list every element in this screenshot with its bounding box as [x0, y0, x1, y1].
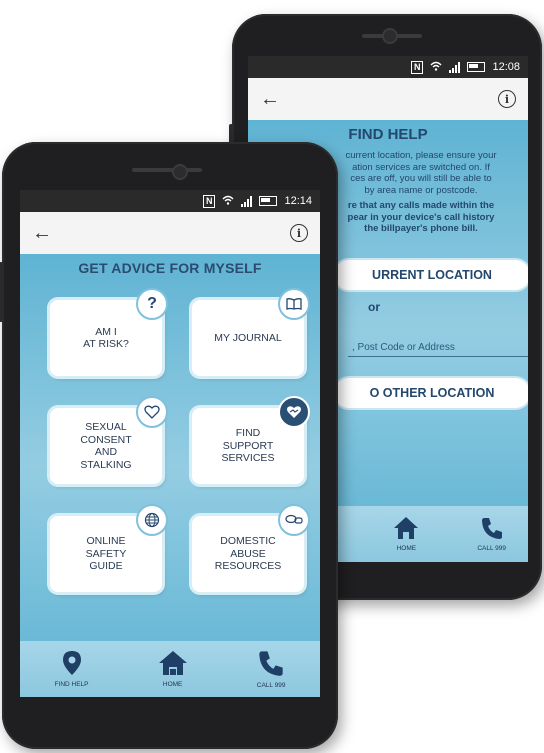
status-bar: N 12:08: [248, 56, 528, 78]
book-icon: [278, 288, 310, 320]
signal-icon: [449, 61, 461, 73]
location-instructions: current location, please ensure your ati…: [318, 150, 524, 235]
warning-line: the billpayer's phone bill.: [364, 223, 478, 234]
tile-find-support[interactable]: FIND SUPPORT SERVICES: [192, 396, 310, 484]
page-title: GET ADVICE FOR MYSELF: [78, 260, 262, 276]
instruction-line: by area name or postcode.: [364, 184, 478, 196]
info-icon[interactable]: i: [290, 224, 308, 242]
wifi-icon: [430, 61, 442, 74]
phone-icon: [259, 651, 283, 676]
nav-call-label: CALL 999: [477, 545, 506, 552]
nfc-icon: N: [410, 60, 424, 74]
tile-label: DOMESTIC ABUSE RESOURCES: [214, 535, 282, 573]
location-pin-icon: [62, 651, 81, 675]
status-bar: N 12:14: [20, 190, 320, 212]
app-bar: ← i: [20, 212, 320, 254]
location-search-input[interactable]: [348, 338, 528, 357]
battery-icon: [467, 62, 486, 72]
warning-line: pear in your device's call history: [347, 211, 495, 223]
tile-my-journal[interactable]: MY JOURNAL: [192, 288, 310, 376]
nav-find-help[interactable]: FIND HELP: [55, 650, 89, 688]
other-location-button[interactable]: O OTHER LOCATION: [334, 378, 528, 408]
tile-label: FIND SUPPORT SERVICES: [221, 427, 275, 465]
tile-label: MY JOURNAL: [214, 331, 282, 344]
wifi-icon: [222, 195, 234, 208]
camera: [172, 164, 188, 180]
tile-am-i-at-risk[interactable]: AM I AT RISK? ?: [50, 288, 168, 376]
tile-label: AM I AT RISK?: [83, 325, 129, 351]
status-time: 12:08: [492, 61, 520, 73]
current-location-button[interactable]: URRENT LOCATION: [334, 260, 528, 290]
signal-icon: [241, 195, 253, 207]
instruction-line: ces are off, you will still be able to: [350, 173, 492, 184]
instruction-line: current location, please ensure your: [345, 150, 497, 161]
tile-online-safety[interactable]: ONLINE SAFETY GUIDE: [50, 504, 168, 592]
nav-home[interactable]: HOME: [393, 516, 419, 552]
nav-home[interactable]: HOME: [158, 650, 188, 688]
nav-home-label: HOME: [162, 681, 183, 688]
handshake-heart-icon: [278, 396, 310, 428]
or-separator: or: [368, 300, 380, 314]
chat-bubbles-icon: [278, 504, 310, 536]
nav-find-help-label: FIND HELP: [54, 681, 89, 688]
front-phone: N 12:14 ← i GET ADVICE FOR MYSELF AM I A…: [0, 142, 338, 749]
nav-home-label: HOME: [396, 545, 417, 552]
nfc-icon: N: [202, 194, 216, 208]
battery-icon: [259, 196, 278, 206]
globe-icon: [136, 504, 168, 536]
instruction-line: ation services are switched on. If: [352, 161, 490, 173]
info-icon[interactable]: i: [498, 90, 516, 108]
home-icon: [394, 517, 419, 539]
status-time: 12:14: [284, 195, 312, 207]
warning-line: re that any calls made within the: [347, 200, 495, 211]
nav-call[interactable]: CALL 999: [477, 516, 506, 552]
advice-screen: N 12:14 ← i GET ADVICE FOR MYSELF AM I A…: [20, 190, 320, 697]
bottom-nav: FIND HELP HOME CALL 999: [20, 641, 320, 697]
advice-content: GET ADVICE FOR MYSELF AM I AT RISK? ? MY…: [20, 254, 320, 641]
app-bar: ← i: [248, 78, 528, 120]
tile-domestic-abuse[interactable]: DOMESTIC ABUSE RESOURCES: [192, 504, 310, 592]
tile-label: SEXUAL CONSENT AND STALKING: [80, 421, 132, 471]
camera: [382, 28, 398, 44]
home-icon: [158, 651, 187, 675]
question-icon: ?: [136, 288, 168, 320]
nav-call[interactable]: CALL 999: [256, 649, 286, 689]
back-arrow-icon[interactable]: ←: [32, 223, 52, 243]
heart-icon: [136, 396, 168, 428]
phone-icon: [481, 518, 502, 539]
tile-sexual-consent[interactable]: SEXUAL CONSENT AND STALKING: [50, 396, 168, 484]
back-arrow-icon[interactable]: ←: [260, 89, 280, 109]
volume-button: [0, 262, 3, 322]
page-title: FIND HELP: [348, 126, 428, 143]
tile-label: ONLINE SAFETY GUIDE: [85, 535, 127, 573]
speaker: [132, 168, 202, 172]
nav-call-label: CALL 999: [256, 682, 286, 689]
